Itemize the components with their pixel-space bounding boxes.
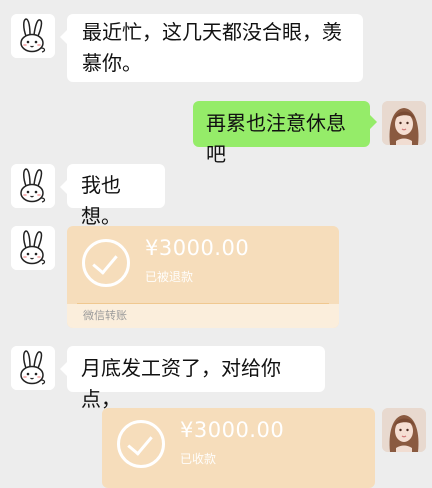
check-circle-icon	[117, 420, 165, 468]
contact-avatar[interactable]	[11, 14, 55, 58]
transfer-amount: ¥3000.00	[145, 236, 250, 260]
transfer-status: 已被退款	[145, 270, 194, 284]
check-circle-icon	[82, 239, 130, 287]
message-bubble-received[interactable]: 月底发工资了，对给你点，	[60, 346, 325, 411]
transfer-card[interactable]: ¥3000.00 已收款	[102, 408, 375, 488]
contact-avatar[interactable]	[11, 164, 55, 208]
message-text: 月底发工资了，对给你点，	[81, 356, 281, 411]
contact-avatar[interactable]	[11, 226, 55, 270]
girl-avatar-photo	[382, 408, 426, 452]
message-text: 再累也注意休息吧	[206, 111, 346, 166]
rabbit-avatar-icon	[11, 346, 55, 390]
message-text: 最近忙，这几天都没合眼，羡慕你。	[82, 20, 342, 75]
rabbit-avatar-icon	[11, 164, 55, 208]
message-bubble-sent[interactable]: 再累也注意休息吧	[193, 101, 377, 166]
rabbit-avatar-icon	[11, 14, 55, 58]
own-avatar[interactable]	[382, 101, 426, 145]
message-bubble-received[interactable]: 最近忙，这几天都没合眼，羡慕你。	[60, 14, 363, 82]
message-text: 我也想。	[81, 173, 121, 228]
contact-avatar[interactable]	[11, 346, 55, 390]
transfer-card[interactable]: ¥3000.00 已被退款 微信转账	[67, 226, 339, 328]
message-bubble-received[interactable]: 我也想。	[60, 164, 165, 228]
transfer-footer: 微信转账	[67, 304, 339, 328]
rabbit-avatar-icon	[11, 226, 55, 270]
transfer-status: 已收款	[180, 452, 217, 466]
girl-avatar-photo	[382, 101, 426, 145]
own-avatar[interactable]	[382, 408, 426, 452]
transfer-amount: ¥3000.00	[180, 418, 285, 442]
